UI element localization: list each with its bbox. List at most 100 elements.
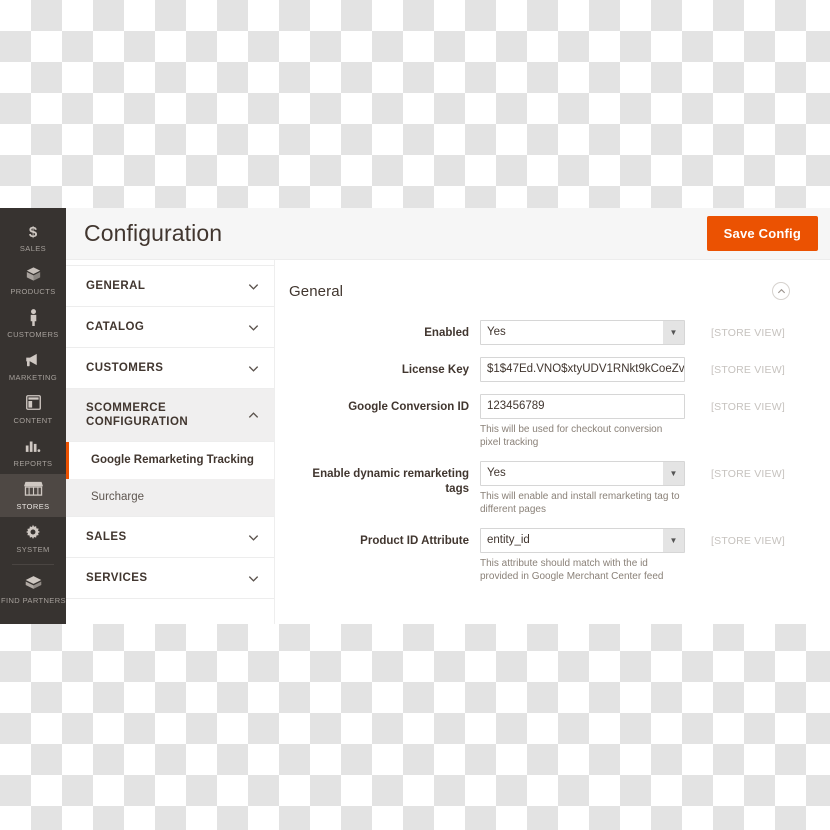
sidebar-item-stores[interactable]: STORES — [0, 474, 66, 517]
config-section-header[interactable]: SALES — [66, 517, 274, 557]
config-section-title: GENERAL — [86, 280, 146, 292]
select-enabled[interactable]: Yes — [480, 320, 685, 345]
config-section-title: CATALOG — [86, 321, 145, 333]
select-product-id-attribute[interactable]: entity_id — [480, 528, 685, 553]
config-section-header[interactable]: GENERAL — [66, 266, 274, 306]
field-control-google-conversion-id: 123456789 This will be used for checkout … — [480, 394, 685, 449]
field-scope: [STORE VIEW] — [711, 535, 785, 547]
control-wrap: $1$47Ed.VNO$xtyUDV1RNkt9kCoeZvOH — [480, 357, 685, 382]
field-note: This will enable and install remarketing… — [480, 491, 680, 515]
sidebar-item-system[interactable]: SYSTEM — [0, 517, 66, 560]
chevron-up-icon[interactable] — [247, 409, 260, 422]
admin-body: GENERAL CATALOG CUSTOMERS SCOMMERCE CONFIGU… — [66, 260, 830, 624]
config-section-sales: SALES — [66, 516, 274, 558]
config-section-header[interactable]: CATALOG — [66, 307, 274, 347]
admin-sidebar: $ SALES PRODUCTS CUSTOMERS MARKETING CONTENT R… — [0, 208, 66, 624]
sidebar-item-label: MARKETING — [8, 373, 58, 382]
sidebar-divider — [12, 564, 54, 565]
config-section-header[interactable]: SERVICES — [66, 558, 274, 598]
input-license-key[interactable]: $1$47Ed.VNO$xtyUDV1RNkt9kCoeZvOH — [480, 357, 685, 382]
sidebar-item-label: CUSTOMERS — [7, 330, 59, 339]
sidebar-item-label: SYSTEM — [16, 545, 50, 554]
field-control-enable-dynamic-remarketing-tags: Yes ▼ This will enable and install remarke… — [480, 461, 685, 516]
chevron-down-icon[interactable]: ▼ — [663, 529, 684, 552]
dollar-icon: $ — [28, 224, 38, 241]
section-header: General — [275, 274, 830, 308]
config-section-header[interactable]: SCOMMERCE CONFIGURATION — [66, 389, 274, 441]
section-title: General — [289, 282, 344, 300]
store-icon — [1, 481, 65, 500]
config-subitem-list: Google Remarketing Tracking Surcharge — [66, 441, 274, 516]
field-scope: [STORE VIEW] — [711, 327, 785, 339]
field-note: This will be used for checkout conversio… — [480, 424, 663, 448]
field-control-enabled: Yes ▼ — [480, 320, 685, 345]
field-row: License Key $1$47Ed.VNO$xtyUDV1RNkt9kCoeZ… — [275, 357, 830, 382]
config-section-services: SERVICES — [66, 557, 274, 599]
field-label-product-id-attribute: Product ID Attribute — [360, 535, 469, 547]
chevron-down-icon[interactable] — [247, 280, 260, 293]
control-wrap: Yes ▼ — [480, 320, 685, 345]
field-note: This attribute should match with the id … — [480, 558, 664, 582]
sidebar-item-label: STORES — [16, 502, 50, 511]
config-section-title: SCOMMERCE CONFIGURATION — [86, 402, 189, 428]
sidebar-item-label: REPORTS — [13, 459, 53, 468]
sidebar-item-products[interactable]: PRODUCTS — [0, 259, 66, 302]
sidebar-item-customers[interactable]: CUSTOMERS — [0, 302, 66, 345]
megaphone-icon — [1, 352, 65, 371]
sidebar-item-find-partners[interactable]: FIND PARTNERS — [0, 568, 66, 611]
sidebar-item-label: CONTENT — [13, 416, 53, 425]
field-scope: [STORE VIEW] — [711, 364, 785, 376]
config-subitem-google-remarketing-tracking[interactable]: Google Remarketing Tracking — [66, 442, 274, 479]
field-row: Enabled Yes ▼ [STORE VIEW] — [275, 320, 830, 345]
configuration-nav: GENERAL CATALOG CUSTOMERS SCOMMERCE CONFIGU… — [66, 260, 275, 624]
sidebar-item-reports[interactable]: REPORTS — [0, 431, 66, 474]
sidebar-item-label: FIND PARTNERS — [1, 596, 66, 605]
chevron-down-icon[interactable] — [247, 572, 260, 585]
chevron-up-circle-icon[interactable] — [772, 282, 790, 300]
control-wrap: Yes ▼ — [480, 461, 685, 486]
config-section-scommerce-configuration: SCOMMERCE CONFIGURATION Google Remarketin… — [66, 388, 274, 517]
bar-chart-icon — [1, 438, 65, 457]
config-section-title: CUSTOMERS — [86, 362, 164, 374]
field-row: Product ID Attribute entity_id ▼ This attri… — [275, 528, 830, 583]
select-enable-dynamic-remarketing-tags[interactable]: Yes — [480, 461, 685, 486]
field-row: Google Conversion ID 123456789 This will b… — [275, 394, 830, 449]
field-scope: [STORE VIEW] — [711, 468, 785, 480]
save-config-button[interactable]: Save Config — [706, 216, 818, 251]
config-section-catalog: CATALOG — [66, 306, 274, 348]
package-icon — [1, 575, 65, 594]
config-section-general: GENERAL — [66, 265, 274, 307]
sidebar-item-content[interactable]: CONTENT — [0, 388, 66, 431]
box-icon — [1, 266, 65, 285]
page-header: Configuration Save Config — [66, 208, 830, 260]
page-title: Configuration — [84, 220, 223, 246]
field-label-enabled: Enabled — [424, 327, 469, 339]
field-scope: [STORE VIEW] — [711, 401, 785, 413]
magento-admin-screenshot: $ SALES PRODUCTS CUSTOMERS MARKETING CONTENT R… — [0, 208, 830, 624]
config-subitem-surcharge[interactable]: Surcharge — [66, 479, 274, 516]
config-section-header[interactable]: CUSTOMERS — [66, 348, 274, 388]
config-section-customers: CUSTOMERS — [66, 347, 274, 389]
configuration-content: General Enabled Yes ▼ [STORE VIEW] License K… — [275, 260, 830, 624]
field-list: Enabled Yes ▼ [STORE VIEW] License Key $1$47E… — [275, 320, 830, 583]
sidebar-item-sales[interactable]: $ SALES — [0, 216, 66, 259]
chevron-down-icon[interactable]: ▼ — [663, 321, 684, 344]
field-label-google-conversion-id: Google Conversion ID — [348, 401, 469, 413]
field-row: Enable dynamic remarketing tags Yes ▼ This … — [275, 461, 830, 516]
control-wrap: 123456789 — [480, 394, 685, 419]
control-wrap: entity_id ▼ — [480, 528, 685, 553]
field-control-product-id-attribute: entity_id ▼ This attribute should match wi… — [480, 528, 685, 583]
sidebar-item-marketing[interactable]: MARKETING — [0, 345, 66, 388]
transparency-canvas: $ SALES PRODUCTS CUSTOMERS MARKETING CONTENT R… — [0, 0, 830, 830]
person-icon — [1, 309, 65, 328]
input-google-conversion-id[interactable]: 123456789 — [480, 394, 685, 419]
config-section-title: SERVICES — [86, 572, 148, 584]
chevron-down-icon[interactable] — [247, 531, 260, 544]
field-label-license-key: License Key — [401, 364, 469, 376]
config-section-title: SALES — [86, 531, 127, 543]
field-label-enable-dynamic-remarketing-tags: Enable dynamic remarketing tags — [312, 468, 469, 495]
chevron-down-icon[interactable] — [247, 321, 260, 334]
layout-icon — [1, 395, 65, 414]
chevron-down-icon[interactable]: ▼ — [663, 462, 684, 485]
chevron-down-icon[interactable] — [247, 362, 260, 375]
